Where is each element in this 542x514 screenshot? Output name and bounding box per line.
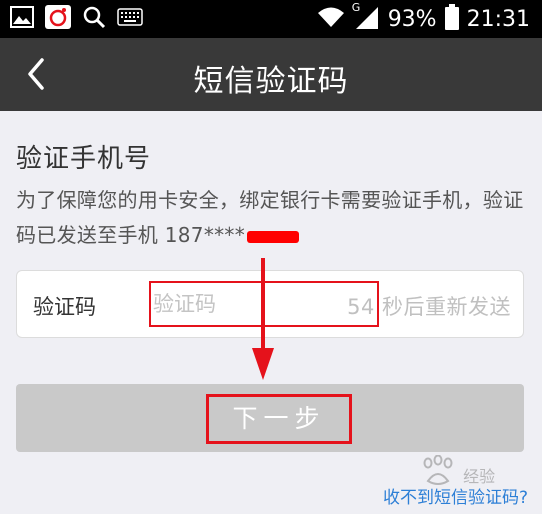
battery-percent: 93% (387, 6, 437, 32)
section-heading: 验证手机号 (16, 144, 152, 174)
nav-bar: 短信验证码 (0, 38, 542, 111)
page-title: 短信验证码 (193, 64, 349, 99)
keyboard-icon (117, 8, 143, 30)
search-icon (82, 5, 106, 33)
signal-icon: G (352, 1, 380, 33)
sina-weibo-icon (45, 5, 71, 33)
verification-description: 为了保障您的用卡安全，绑定银行卡需要验证手机，验证码已发送至手机 187**** (16, 183, 526, 253)
resend-countdown: 54 秒后重新发送 (347, 295, 511, 319)
wifi-icon (316, 5, 346, 33)
verification-code-row: 验证码 54 秒后重新发送 (16, 270, 524, 338)
next-step-label: 下一步 (206, 394, 352, 444)
status-bar: G 93% 21:31 (0, 0, 542, 38)
next-step-button[interactable]: 下一步 (16, 384, 524, 452)
image-icon (10, 6, 34, 32)
verification-code-input[interactable] (149, 281, 379, 327)
verification-code-label: 验证码 (33, 295, 96, 319)
network-type-label: G (351, 1, 361, 14)
clock: 21:31 (466, 6, 530, 32)
no-sms-code-link[interactable]: 收不到短信验证码? (383, 483, 528, 508)
redaction-mark (247, 230, 300, 243)
battery-icon (444, 4, 459, 34)
